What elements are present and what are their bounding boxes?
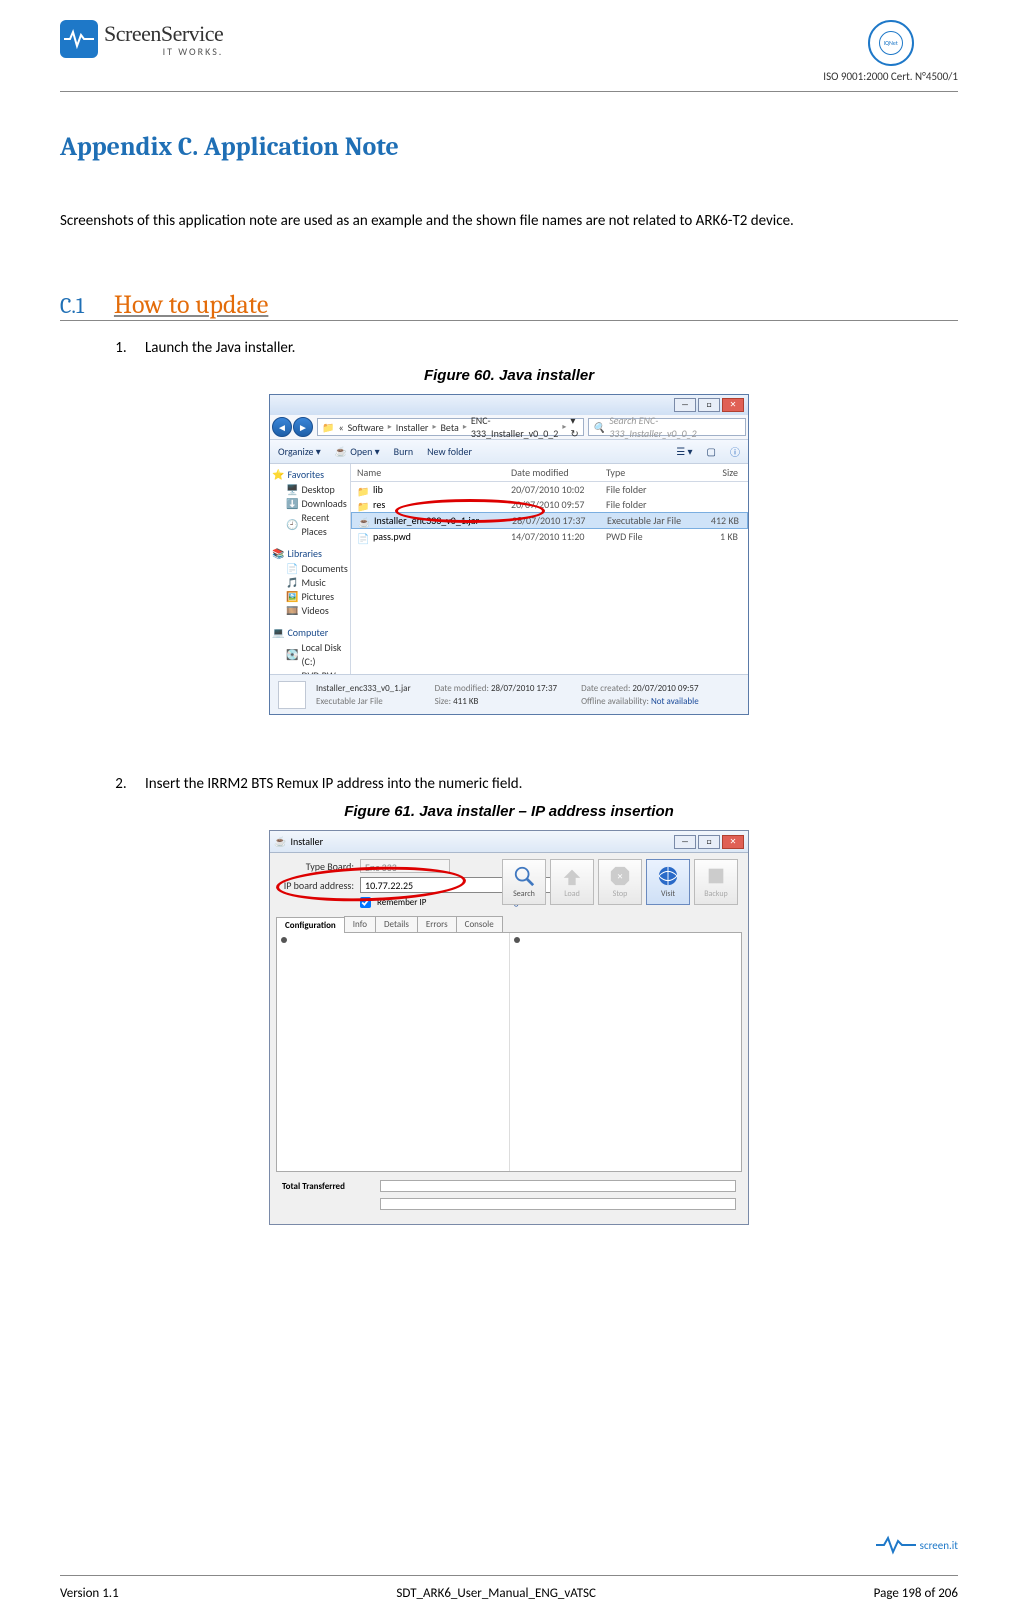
file-row[interactable]: 📁lib20/07/2010 10:02File folder <box>351 482 748 497</box>
iso-cert: IQNet ISO 9001:2000 Cert. N°4500/1 <box>823 20 958 83</box>
star-icon: ⭐ <box>272 468 284 481</box>
intro-paragraph: Screenshots of this application note are… <box>60 212 958 230</box>
figure-61-screenshot: ☕ Installer — □ ✕ Type Board: Enc 333 IP… <box>269 830 749 1225</box>
nav-desktop[interactable]: 🖥️Desktop <box>272 483 348 497</box>
forward-button[interactable]: ► <box>293 417 313 437</box>
appendix-heading: Appendix C. Application Note <box>60 132 958 162</box>
installer-tabs: Configuration Info Details Errors Consol… <box>276 916 742 932</box>
iso-badge-icon: IQNet <box>868 20 914 66</box>
pulse-icon <box>60 20 98 58</box>
current-progress-bar <box>380 1198 736 1210</box>
installer-titlebar: ☕ Installer — □ ✕ <box>270 831 748 853</box>
stop-button[interactable]: ✕ Stop <box>598 859 642 905</box>
step-2: Insert the IRRM2 BTS Remux IP address in… <box>130 775 958 793</box>
nav-local-disk[interactable]: 💽Local Disk (C:) <box>272 641 348 669</box>
window-titlebar: — □ ✕ <box>270 395 748 415</box>
footer-version: Version 1.1 <box>60 1586 119 1601</box>
svg-text:✕: ✕ <box>617 872 623 881</box>
explorer-toolbar: Organize ▾ ☕Open ▾ Burn New folder ☰ ▾ ▢… <box>270 440 748 464</box>
column-name[interactable]: Name <box>351 466 511 479</box>
navigation-pane: ⭐Favorites 🖥️Desktop ⬇️Downloads 🕘Recent… <box>270 464 351 674</box>
figure-60-screenshot: — □ ✕ ◄ ► 📁 « Software▸ Installer▸ Beta▸… <box>269 394 749 715</box>
tab-info[interactable]: Info <box>344 916 376 932</box>
minimize-icon[interactable]: — <box>674 835 696 849</box>
type-board-label: Type Board: <box>276 860 354 873</box>
nav-music[interactable]: 🎵Music <box>272 576 348 590</box>
minimize-icon[interactable]: — <box>674 398 696 412</box>
tab-configuration[interactable]: Configuration <box>276 917 345 933</box>
organize-button[interactable]: Organize ▾ <box>278 445 321 458</box>
breadcrumb[interactable]: 📁 « Software▸ Installer▸ Beta▸ ENC-333_I… <box>317 418 584 436</box>
burn-button[interactable]: Burn <box>394 445 413 458</box>
remember-ip-checkbox[interactable] <box>360 897 371 908</box>
total-transferred-label: Total Transferred <box>282 1181 372 1192</box>
preview-pane-icon[interactable]: ▢ <box>707 445 716 458</box>
page-footer: screen.it Version 1.1 SDT_ARK6_User_Manu… <box>60 1575 958 1601</box>
back-button[interactable]: ◄ <box>272 417 292 437</box>
figure-61-caption: Figure 61. Java installer – IP address i… <box>60 803 958 820</box>
maximize-icon[interactable]: □ <box>698 398 720 412</box>
total-progress-bar <box>380 1180 736 1192</box>
nav-downloads[interactable]: ⬇️Downloads <box>272 497 348 511</box>
file-list: Name Date modified Type Size 📁lib20/07/2… <box>351 464 748 674</box>
footer-doc-name: SDT_ARK6_User_Manual_ENG_vATSC <box>396 1586 596 1601</box>
file-row[interactable]: ☕Installer_enc333_v0_1.jar28/07/2010 17:… <box>351 512 748 529</box>
file-row[interactable]: 📁res20/07/2010 09:57File folder <box>351 497 748 512</box>
computer-icon: 💻 <box>272 626 284 639</box>
help-icon[interactable]: ⓘ <box>730 444 740 459</box>
remember-ip-label: Remember IP <box>377 897 426 908</box>
tab-details[interactable]: Details <box>375 916 418 932</box>
view-icon[interactable]: ☰ ▾ <box>676 445 692 458</box>
nav-videos[interactable]: 🎞️Videos <box>272 604 348 618</box>
search-input[interactable]: 🔍 Search ENC-333_Installer_v0_0_2 <box>588 418 746 436</box>
configuration-panel <box>276 932 742 1172</box>
nav-recent[interactable]: 🕘Recent Places <box>272 511 348 539</box>
tab-errors[interactable]: Errors <box>417 916 457 932</box>
page-header: ScreenService IT WORKS. IQNet ISO 9001:2… <box>60 20 958 92</box>
close-icon[interactable]: ✕ <box>722 398 744 412</box>
footer-page: Page 198 of 206 <box>874 1586 958 1601</box>
search-icon: 🔍 <box>593 421 605 434</box>
file-row[interactable]: 📄pass.pwd14/07/2010 11:20PWD File1 KB <box>351 529 748 544</box>
company-logo: ScreenService IT WORKS. <box>60 20 223 58</box>
backup-button[interactable]: Backup <box>694 859 738 905</box>
search-button[interactable]: Search <box>502 859 546 905</box>
libraries-header[interactable]: Libraries <box>287 547 322 560</box>
maximize-icon[interactable]: □ <box>698 835 720 849</box>
section-title: How to update <box>114 290 268 320</box>
library-icon: 📚 <box>272 547 284 560</box>
section-header: C.1 How to update <box>60 290 958 321</box>
step-1: Launch the Java installer. <box>130 339 958 357</box>
column-date[interactable]: Date modified <box>511 466 606 479</box>
favorites-header[interactable]: Favorites <box>287 468 324 481</box>
iso-text: ISO 9001:2000 Cert. N°4500/1 <box>823 70 958 83</box>
figure-60-caption: Figure 60. Java installer <box>60 367 958 384</box>
nav-dvd[interactable]: 💿DVD RW Drive (D <box>272 669 348 674</box>
tab-console[interactable]: Console <box>456 916 503 932</box>
section-number: C.1 <box>60 293 84 319</box>
new-folder-button[interactable]: New folder <box>427 445 472 458</box>
load-button[interactable]: Load <box>550 859 594 905</box>
footer-logo: screen.it <box>876 1535 958 1555</box>
ip-address-label: IP board address: <box>276 879 354 892</box>
nav-documents[interactable]: 📄Documents <box>272 562 348 576</box>
jar-file-icon <box>278 681 306 709</box>
column-type[interactable]: Type <box>606 466 696 479</box>
details-pane: Installer_enc333_v0_1.jar Date modified:… <box>270 674 748 714</box>
company-name: ScreenService <box>104 21 223 47</box>
column-size[interactable]: Size <box>696 466 746 479</box>
open-button[interactable]: ☕Open ▾ <box>335 445 380 458</box>
java-icon: ☕ <box>274 835 286 848</box>
nav-pictures[interactable]: 🖼️Pictures <box>272 590 348 604</box>
type-board-field: Enc 333 <box>360 859 450 873</box>
folder-icon: 📁 <box>322 421 334 434</box>
computer-header[interactable]: Computer <box>287 626 328 639</box>
visit-button[interactable]: Visit <box>646 859 690 905</box>
close-icon[interactable]: ✕ <box>722 835 744 849</box>
